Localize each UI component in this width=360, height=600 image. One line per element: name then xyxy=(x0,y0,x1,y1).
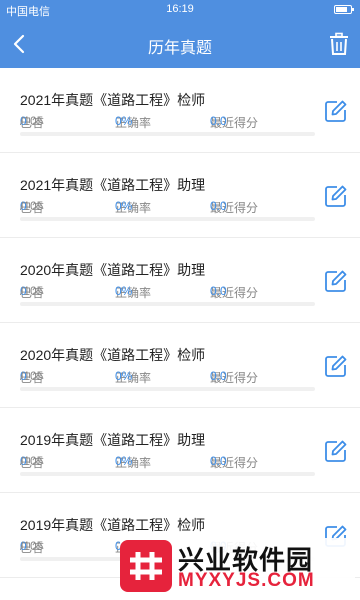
list-item[interactable]: 2021年真题《道路工程》检师 已答 0/105 正确率 0% 最近得分 0.0 xyxy=(0,68,360,153)
battery-icon xyxy=(334,5,354,14)
progress-bar xyxy=(20,132,315,136)
answered-total: /105 xyxy=(20,369,44,383)
accuracy-value: 0% xyxy=(115,114,133,128)
progress-bar xyxy=(20,302,315,306)
item-title: 2019年真题《道路工程》检师 xyxy=(20,517,206,533)
list-item[interactable]: 2020年真题《道路工程》助理 已答 0/105 正确率 0% 最近得分 0.0 xyxy=(0,238,360,323)
edit-icon[interactable] xyxy=(324,439,348,463)
exam-list: 2021年真题《道路工程》检师 已答 0/105 正确率 0% 最近得分 0.0… xyxy=(0,68,360,578)
score-value: 0.0 xyxy=(210,454,227,468)
answered-total: /105 xyxy=(20,539,44,553)
score-value: 0.0 xyxy=(210,199,227,213)
answered-total: /105 xyxy=(20,284,44,298)
watermark: 兴业软件园 MYXYJS.COM xyxy=(120,538,355,594)
clock: 16:19 xyxy=(166,3,194,15)
item-title: 2021年真题《道路工程》检师 xyxy=(20,92,206,108)
trash-icon[interactable] xyxy=(328,32,350,56)
progress-bar xyxy=(20,472,315,476)
list-item[interactable]: 2019年真题《道路工程》助理 已答 0/105 正确率 0% 最近得分 0.0 xyxy=(0,408,360,493)
score-value: 0.0 xyxy=(210,114,227,128)
item-title: 2021年真题《道路工程》助理 xyxy=(20,177,206,193)
accuracy-value: 0% xyxy=(115,284,133,298)
item-title: 2020年真题《道路工程》助理 xyxy=(20,262,206,278)
accuracy-value: 0% xyxy=(115,369,133,383)
page-title: 历年真题 xyxy=(147,40,212,57)
answered-total: /105 xyxy=(20,114,44,128)
progress-bar xyxy=(20,217,315,221)
progress-bar xyxy=(20,387,315,391)
score-value: 0.0 xyxy=(210,369,227,383)
list-item[interactable]: 2021年真题《道路工程》助理 已答 0/105 正确率 0% 最近得分 0.0 xyxy=(0,153,360,238)
score-value: 0.0 xyxy=(210,284,227,298)
edit-icon[interactable] xyxy=(324,99,348,123)
edit-icon[interactable] xyxy=(324,354,348,378)
edit-icon[interactable] xyxy=(324,184,348,208)
watermark-en-text: MYXYJS.COM xyxy=(178,570,315,591)
nav-bar: 历年真题 xyxy=(0,20,360,68)
edit-icon[interactable] xyxy=(324,269,348,293)
item-title: 2019年真题《道路工程》助理 xyxy=(20,432,206,448)
accuracy-value: 0% xyxy=(115,199,133,213)
item-title: 2020年真题《道路工程》检师 xyxy=(20,347,206,363)
accuracy-value: 0% xyxy=(115,454,133,468)
watermark-logo xyxy=(120,540,172,592)
answered-total: /105 xyxy=(20,199,44,213)
list-item[interactable]: 2020年真题《道路工程》检师 已答 0/105 正确率 0% 最近得分 0.0 xyxy=(0,323,360,408)
status-bar: 中国电信 16:19 xyxy=(0,0,360,20)
answered-total: /105 xyxy=(20,454,44,468)
